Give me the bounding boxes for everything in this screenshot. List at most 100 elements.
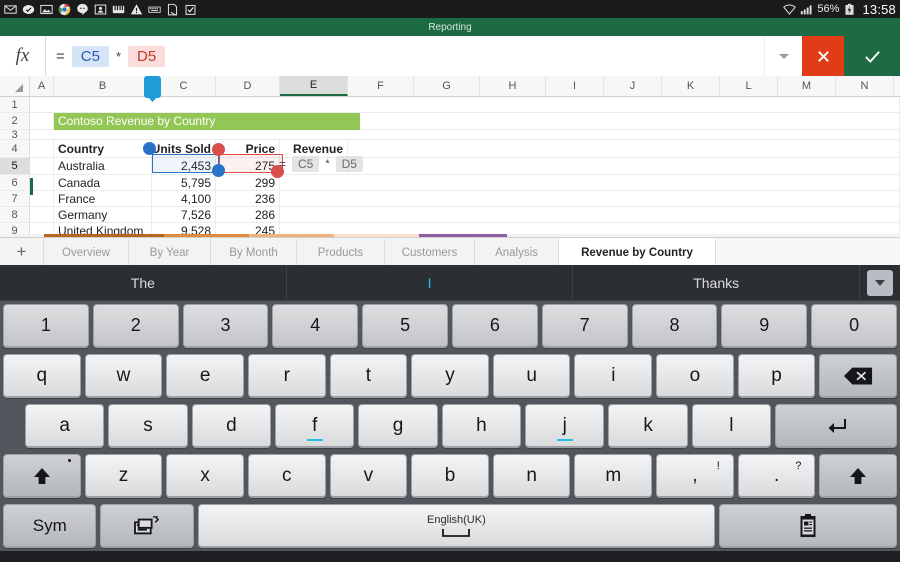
key-d[interactable]: d	[191, 404, 272, 448]
sheet-tab-products[interactable]: Products	[297, 238, 385, 265]
column-header-L[interactable]: L	[720, 76, 778, 96]
key-a[interactable]: a	[25, 404, 105, 448]
spreadsheet-grid[interactable]: A B C D E F G H I J K L M N 1 2 Contoso …	[0, 76, 900, 234]
cell-B4[interactable]: Country	[54, 140, 152, 158]
cell-B9[interactable]: United Kingdom	[54, 223, 152, 234]
accept-button[interactable]	[844, 36, 900, 76]
table-row[interactable]: 5 Australia 2,453 275	[0, 158, 900, 175]
column-header-K[interactable]: K	[662, 76, 720, 96]
key-q[interactable]: q	[3, 354, 81, 398]
key-2[interactable]: 2	[92, 304, 179, 348]
row-header-2[interactable]: 2	[0, 113, 30, 130]
sheet-tab-overview[interactable]: Overview	[44, 238, 129, 265]
cell-B6[interactable]: Canada	[54, 175, 152, 191]
key-w[interactable]: w	[84, 354, 163, 398]
sheet-tab-customers[interactable]: Customers	[385, 238, 475, 265]
key-period[interactable]: . ?	[737, 454, 816, 498]
column-header-N[interactable]: N	[836, 76, 894, 96]
table-row[interactable]: 2 Contoso Revenue by Country	[0, 113, 900, 130]
column-header-A[interactable]: A	[30, 76, 54, 96]
cell-D6[interactable]: 299	[216, 175, 280, 191]
column-header-J[interactable]: J	[604, 76, 662, 96]
suggestion-2[interactable]: I	[287, 265, 574, 300]
key-4[interactable]: 4	[272, 304, 359, 348]
key-z[interactable]: z	[84, 454, 163, 498]
cell-B7[interactable]: France	[54, 191, 152, 207]
formula-ref-d5[interactable]: D5	[128, 45, 166, 67]
key-9[interactable]: 9	[721, 304, 808, 348]
fx-icon[interactable]: fx	[0, 36, 46, 76]
column-header-I[interactable]: I	[546, 76, 604, 96]
key-s[interactable]: s	[108, 404, 188, 448]
row-header-5[interactable]: 5	[0, 158, 30, 175]
key-6[interactable]: 6	[451, 304, 538, 348]
table-row[interactable]: 9 United Kingdom 9,528 245	[0, 223, 900, 234]
suggestion-1[interactable]: The	[0, 265, 287, 300]
key-k[interactable]: k	[608, 404, 688, 448]
key-3[interactable]: 3	[182, 304, 269, 348]
key-shift-right[interactable]	[819, 454, 898, 498]
key-0[interactable]: 0	[811, 304, 897, 348]
cell-D8[interactable]: 286	[216, 207, 280, 223]
cell-D4[interactable]: Price	[216, 140, 280, 158]
column-drag-marker[interactable]	[144, 76, 161, 98]
cell-C8[interactable]: 7,526	[152, 207, 216, 223]
column-header-D[interactable]: D	[216, 76, 280, 96]
key-g[interactable]: g	[358, 404, 438, 448]
key-shift-left[interactable]	[3, 454, 81, 498]
key-l[interactable]: l	[691, 404, 772, 448]
formula-ref-c5[interactable]: C5	[71, 45, 109, 67]
cell-D9[interactable]: 245	[216, 223, 280, 234]
sheet-tab-analysis[interactable]: Analysis	[475, 238, 559, 265]
sheet-tab-by-year[interactable]: By Year	[129, 238, 211, 265]
key-x[interactable]: x	[166, 454, 244, 498]
key-y[interactable]: y	[411, 354, 489, 398]
reference-handle-d5-start[interactable]	[212, 143, 225, 156]
key-switch-keyboard[interactable]	[100, 504, 194, 548]
key-j[interactable]: j	[525, 404, 605, 448]
table-row[interactable]: 8 Germany 7,526 286	[0, 207, 900, 223]
key-r[interactable]: r	[247, 354, 326, 398]
key-backspace[interactable]	[819, 354, 898, 398]
cell-D7[interactable]: 236	[216, 191, 280, 207]
cell-C4[interactable]: Units Sold	[152, 140, 216, 158]
column-header-H[interactable]: H	[480, 76, 546, 96]
table-row[interactable]: 7 France 4,100 236	[0, 191, 900, 207]
cell-C6[interactable]: 5,795	[152, 175, 216, 191]
row-header-9[interactable]: 9	[0, 223, 30, 234]
key-symbols[interactable]: Sym	[3, 504, 97, 548]
suggestion-3[interactable]: Thanks	[573, 265, 861, 300]
key-comma[interactable]: , !	[656, 454, 734, 498]
sheet-tab-revenue-by-country[interactable]: Revenue by Country	[559, 238, 716, 265]
column-header-C[interactable]: C	[152, 76, 216, 96]
cell-B5[interactable]: Australia	[54, 158, 152, 175]
key-c[interactable]: c	[247, 454, 326, 498]
sheet-tab-by-month[interactable]: By Month	[211, 238, 297, 265]
key-p[interactable]: p	[737, 354, 816, 398]
in-cell-editor[interactable]: = C5 * D5	[279, 154, 363, 173]
column-header-M[interactable]: M	[778, 76, 836, 96]
key-5[interactable]: 5	[362, 304, 448, 348]
row-header-4[interactable]: 4	[0, 140, 30, 158]
key-o[interactable]: o	[656, 354, 734, 398]
column-header-B[interactable]: B	[54, 76, 152, 96]
row-header-7[interactable]: 7	[0, 191, 30, 207]
key-b[interactable]: b	[411, 454, 489, 498]
row-header-8[interactable]: 8	[0, 207, 30, 223]
key-n[interactable]: n	[492, 454, 571, 498]
formula-expand-button[interactable]	[764, 36, 802, 76]
key-t[interactable]: t	[329, 354, 408, 398]
key-clipboard[interactable]	[718, 504, 898, 548]
key-u[interactable]: u	[492, 354, 571, 398]
table-row[interactable]: 3	[0, 129, 900, 141]
row-header-3[interactable]: 3	[0, 129, 30, 141]
cell-C5[interactable]: 2,453	[152, 158, 216, 175]
reference-handle-c5-start[interactable]	[143, 142, 156, 155]
key-1[interactable]: 1	[3, 304, 89, 348]
table-row[interactable]: 6 Canada 5,795 299	[0, 175, 900, 191]
key-7[interactable]: 7	[541, 304, 628, 348]
table-row[interactable]: 1	[0, 97, 900, 113]
cancel-button[interactable]	[802, 36, 844, 76]
column-header-F[interactable]: F	[348, 76, 414, 96]
key-h[interactable]: h	[441, 404, 522, 448]
